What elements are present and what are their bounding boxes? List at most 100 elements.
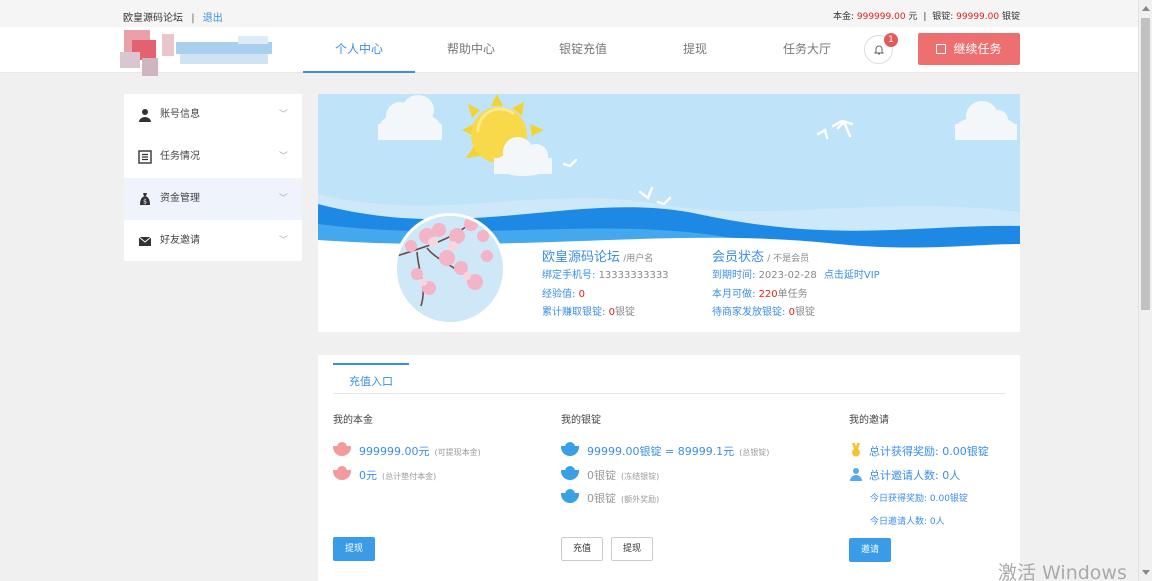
ingot-icon: [561, 489, 579, 503]
scrollbar-thumb[interactable]: [1141, 18, 1150, 310]
exp-label: 经验值:: [542, 289, 576, 300]
phone-label: 绑定手机号:: [542, 270, 596, 281]
expire-label: 到期时间:: [712, 270, 756, 281]
phone-value: 13333333333: [598, 270, 669, 281]
withdrawable-principal-row: 999999.00元 (可提现本金): [333, 442, 481, 459]
today-reward: 今日获得奖励: 0.00银锭: [870, 494, 968, 504]
ingot-unit: 银锭: [1001, 12, 1020, 22]
cherry-blossom-avatar: [397, 216, 503, 322]
monthly-unit: 单任务: [777, 289, 808, 300]
recharge-panel: 充值入口 我的本金 999999.00元 (可提现本金) 0元 (总计垫付本金) 提…: [318, 355, 1020, 581]
bonus-ingot-note: (额外奖励): [621, 495, 660, 504]
top-bar: 欧皇源码论坛 | 退出 本金: 999999.00 元 | 银锭: 99999.…: [0, 0, 1138, 27]
withdrawable-value: 999999.00元: [359, 445, 430, 458]
monthly-count: 220: [758, 289, 778, 300]
user-icon: [138, 108, 152, 122]
sidebar-item-funds[interactable]: $ 资金管理 ﹀: [124, 178, 302, 220]
total-invites-row: 总计邀请人数: 0人: [849, 467, 960, 483]
page-scrollbar[interactable]: [1138, 0, 1152, 581]
scroll-down-icon[interactable]: [1142, 570, 1150, 575]
earned-unit: 银锭: [614, 307, 635, 318]
principal-unit: 元: [908, 12, 918, 22]
sidebar-item-label: 资金管理: [160, 193, 200, 204]
continue-task-button[interactable]: 继续任务: [918, 33, 1020, 65]
username: 欧皇源码论坛: [542, 250, 621, 265]
total-ingot-note: (总银锭): [739, 448, 770, 457]
member-status: / 不是会员: [767, 254, 810, 264]
sidebar-item-label: 账号信息: [160, 109, 200, 120]
invite-title: 我的邀请: [849, 415, 889, 426]
bell-icon: [873, 45, 884, 55]
ingot-icon: [561, 466, 579, 480]
avatar[interactable]: [394, 213, 506, 325]
frozen-ingot-note: (冻结银锭): [621, 472, 660, 481]
extend-vip-link[interactable]: 点击延时VIP: [824, 270, 880, 281]
nav-ingot-recharge[interactable]: 银锭充值: [527, 27, 639, 73]
chevron-down-icon: ﹀: [278, 194, 288, 204]
svg-text:$: $: [143, 199, 147, 206]
principal-title: 我的本金: [333, 415, 373, 426]
advanced-note: (总计垫付本金): [382, 472, 437, 481]
medal-icon: [852, 443, 860, 457]
sidebar-item-tasks[interactable]: 任务情况 ﹀: [124, 136, 302, 178]
tab-divider: [333, 393, 1005, 394]
profile-info-left: 欧皇源码论坛 /用户名 绑定手机号: 13333333333 经验值: 0 累计…: [542, 246, 669, 321]
chevron-down-icon: ﹀: [278, 110, 288, 120]
sidebar-item-label: 好友邀请: [160, 235, 200, 246]
money-bag-icon: $: [138, 192, 152, 206]
ingot-title: 我的银锭: [561, 415, 601, 426]
separator: |: [191, 13, 195, 24]
pending-unit: 银锭: [794, 307, 815, 318]
nav-task-hall[interactable]: 任务大厅: [751, 27, 863, 73]
principal-label: 本金:: [832, 12, 854, 22]
withdraw-principal-button[interactable]: 提现: [333, 537, 375, 561]
profile-info-right: 会员状态 / 不是会员 到期时间: 2023-02-28 点击延时VIP 本月可…: [712, 246, 880, 321]
monthly-label: 本月可做:: [712, 289, 756, 300]
earned-label: 累计赚取银锭:: [542, 307, 606, 318]
total-invites-value: 总计邀请人数: 0人: [869, 469, 961, 482]
sidebar: 账号信息 ﹀ 任务情况 ﹀ $ 资金管理 ﹀ 好友邀请 ﹀: [124, 94, 302, 261]
frozen-ingot-value: 0银锭: [587, 469, 616, 482]
top-bar-left: 欧皇源码论坛 | 退出: [123, 9, 223, 24]
logout-link[interactable]: 退出: [203, 13, 223, 24]
total-reward-row: 总计获得奖励: 0.00银锭: [849, 443, 989, 459]
invite-button[interactable]: 邀请: [849, 538, 891, 562]
sidebar-item-account[interactable]: 账号信息 ﹀: [124, 94, 302, 136]
sidebar-item-invite[interactable]: 好友邀请 ﹀: [124, 220, 302, 262]
expire-date: 2023-02-28: [758, 270, 817, 281]
clipboard-icon: [936, 44, 947, 54]
advanced-value: 0元: [359, 469, 377, 482]
sidebar-item-label: 任务情况: [160, 151, 200, 162]
frozen-ingot-row: 0银锭 (冻结银锭): [561, 466, 660, 483]
member-title: 会员状态: [712, 250, 765, 265]
nav-help-center[interactable]: 帮助中心: [415, 27, 527, 73]
main-header: 个人中心 帮助中心 银锭充值 提现 任务大厅 1 继续任务: [0, 27, 1138, 76]
withdraw-ingot-button[interactable]: 提现: [611, 537, 653, 561]
today-invites: 今日邀请人数: 0人: [870, 517, 945, 527]
notification-badge: 1: [884, 33, 898, 47]
ingot-value: 99999.00: [956, 12, 1000, 22]
principal-value: 999999.00: [856, 12, 906, 22]
pending-label: 待商家发放银锭:: [712, 307, 786, 318]
advanced-principal-row: 0元 (总计垫付本金): [333, 466, 437, 483]
bonus-ingot-row: 0银锭 (额外奖励): [561, 489, 660, 506]
ingot-icon: [333, 442, 351, 456]
ingot-label: 银锭:: [932, 12, 954, 22]
blurred-logo[interactable]: [118, 30, 280, 78]
bonus-ingot-value: 0银锭: [587, 492, 616, 505]
chevron-down-icon: ﹀: [278, 236, 288, 246]
total-reward-value: 总计获得奖励: 0.00银锭: [869, 445, 989, 458]
username-suffix: /用户名: [623, 254, 654, 264]
notification-bell[interactable]: 1: [864, 33, 898, 64]
nav-personal-center[interactable]: 个人中心: [303, 27, 415, 73]
total-ingot-value: 99999.00银锭 = 89999.1元: [587, 445, 735, 458]
tab-recharge-entry[interactable]: 充值入口: [333, 363, 409, 393]
person-icon: [850, 468, 862, 481]
recharge-button[interactable]: 充值: [561, 537, 603, 561]
site-name: 欧皇源码论坛: [123, 13, 183, 24]
total-ingot-row: 99999.00银锭 = 89999.1元 (总银锭): [561, 442, 770, 459]
balance-summary: 本金: 999999.00 元 | 银锭: 99999.00 银锭: [832, 12, 1020, 22]
nav-withdraw[interactable]: 提现: [639, 27, 751, 73]
scroll-up-icon[interactable]: [1142, 6, 1150, 11]
continue-task-label: 继续任务: [953, 42, 1002, 56]
